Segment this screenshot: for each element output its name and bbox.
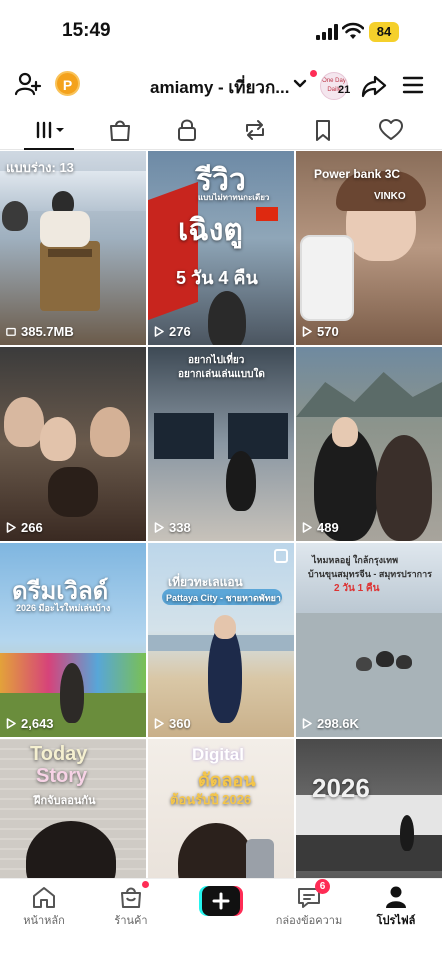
share-icon[interactable] [360, 72, 388, 100]
inbox-count-badge: 6 [315, 879, 330, 894]
play-icon [302, 718, 312, 729]
video-title-2: Story [36, 765, 88, 787]
video-thumbnail-drafts[interactable]: แบบร่าง: 13 385.7MB [0, 151, 146, 345]
video-subtitle: Pattaya City - ชายหาดพัทยา [166, 593, 281, 603]
profile-tabs [0, 112, 442, 150]
nav-inbox[interactable]: กล่องข้อความ [269, 885, 349, 929]
nav-shop[interactable]: ร้านค้า [91, 885, 171, 929]
notification-dot [310, 70, 317, 77]
cellular-signal-icon [316, 24, 338, 40]
status-bar: 15:49 84 [0, 0, 442, 64]
create-button[interactable] [199, 886, 243, 916]
video-grid: แบบร่าง: 13 385.7MB รีวิว แบบไม่ทาทนกะเด… [0, 151, 442, 878]
video-thumbnail-digital[interactable]: Digital ดัดลอน ต้อนรับปี 2026 [148, 739, 294, 878]
views-count: 266 [6, 520, 43, 535]
video-caption: 2 วัน 1 คืน [334, 583, 380, 594]
video-subtitle: แบบไม่ทาทนกะเดียว [198, 193, 270, 202]
status-time: 15:49 [62, 20, 111, 41]
shop-notification-dot [142, 881, 149, 888]
videos-tab[interactable] [34, 118, 68, 142]
play-icon [6, 522, 16, 533]
favorites-tab[interactable] [309, 118, 337, 142]
video-thumbnail-airport[interactable]: อยากไปเที่ยว อยากเล่นเล่นแบบใด 338 [148, 347, 294, 541]
active-tab-indicator [24, 148, 74, 150]
battery-indicator: 84 [369, 22, 399, 42]
nav-home-label: หน้าหลัก [23, 915, 65, 927]
views-count: 489 [302, 520, 339, 535]
views-count: 570 [302, 324, 339, 339]
profile-icon [386, 886, 406, 908]
profile-header: P amiamy - เที่ยวก... One Day Daily 21 [0, 64, 442, 108]
video-title: Digital [192, 745, 244, 764]
play-icon [154, 718, 164, 729]
drafts-label: แบบร่าง: 13 [6, 160, 74, 175]
play-icon [154, 522, 164, 533]
nav-profile-label: โปรไฟล์ [376, 915, 416, 927]
folder-icon [6, 327, 16, 336]
video-title: ไหมหลอยู่ ใกล้กรุงเทพ [312, 555, 398, 565]
play-icon [302, 522, 312, 533]
video-thumbnail-friends[interactable]: 266 [0, 347, 146, 541]
wifi-icon [342, 22, 364, 39]
chevron-down-icon[interactable] [292, 76, 308, 92]
video-subtitle: ต้อนรับปี 2026 [170, 792, 252, 807]
views-count: 2,643 [6, 716, 54, 731]
video-subtitle: ฝึกจับลอนกัน [34, 795, 96, 807]
views-count: 360 [154, 716, 191, 731]
video-subtitle: บ้านขุนสมุทรจีน - สมุทรปราการ [308, 569, 432, 579]
video-subtitle: อยากเล่นเล่นแบบใด [178, 369, 265, 380]
avatar-badge: 21 [338, 84, 351, 96]
nav-inbox-label: กล่องข้อความ [275, 915, 343, 927]
play-icon [154, 326, 164, 337]
bottom-nav: หน้าหลัก ร้านค้า กล่องข้อความ 6 โปรไฟล์ [0, 878, 442, 960]
nav-profile[interactable]: โปรไฟล์ [356, 885, 436, 929]
nav-home[interactable]: หน้าหลัก [4, 885, 84, 929]
play-icon [6, 718, 16, 729]
video-thumbnail-powerbank[interactable]: Power bank 3C VINKO 570 [296, 151, 442, 345]
video-caption: 5 วัน 4 คืน [176, 268, 258, 288]
video-thumbnail-today-story[interactable]: Today Story ฝึกจับลอนกัน [0, 739, 146, 878]
liked-tab[interactable] [377, 118, 405, 142]
coin-icon[interactable]: P [55, 71, 80, 96]
video-thumbnail-2026[interactable]: 2026 [296, 739, 442, 878]
private-tab[interactable] [173, 118, 201, 142]
video-thumbnail-dreamworld[interactable]: ดรีมเวิลด์ 2026 มีอะไรใหม่เล่นบ้าง 2,643 [0, 543, 146, 737]
add-user-icon[interactable] [14, 70, 42, 98]
video-subtitle: VINKO [374, 191, 406, 202]
home-icon [33, 887, 55, 908]
video-title-2: เฉิงตู [178, 214, 243, 247]
views-count: 338 [154, 520, 191, 535]
shop-bag-icon [121, 887, 141, 908]
play-icon [302, 326, 312, 337]
repost-tab[interactable] [241, 118, 269, 142]
menu-icon[interactable] [402, 74, 424, 96]
video-subtitle: 2026 มีอะไรใหม่เล่นบ้าง [16, 603, 111, 613]
video-title: อยากไปเที่ยว [188, 355, 245, 366]
nav-shop-label: ร้านค้า [114, 915, 148, 927]
views-count: 298.6K [302, 716, 359, 731]
video-title: 2026 [312, 773, 370, 803]
views-count: 385.7MB [6, 324, 74, 339]
video-thumbnail-samutprakan[interactable]: ไหมหลอยู่ ใกล้กรุงเทพ บ้านขุนสมุทรจีน - … [296, 543, 442, 737]
shop-tab[interactable] [106, 118, 134, 142]
video-thumbnail-pattaya[interactable]: เที่ยวทะเลแอน Pattaya City - ชายหาดพัทยา… [148, 543, 294, 737]
views-count: 276 [154, 324, 191, 339]
video-title: Power bank 3C [314, 167, 401, 181]
username-title[interactable]: amiamy - เที่ยวก... [150, 74, 289, 101]
video-thumbnail-chengdu[interactable]: รีวิว แบบไม่ทาทนกะเดียว เฉิงตู 5 วัน 4 ค… [148, 151, 294, 345]
video-title: Today [30, 743, 88, 765]
video-thumbnail-mountain[interactable]: 489 [296, 347, 442, 541]
